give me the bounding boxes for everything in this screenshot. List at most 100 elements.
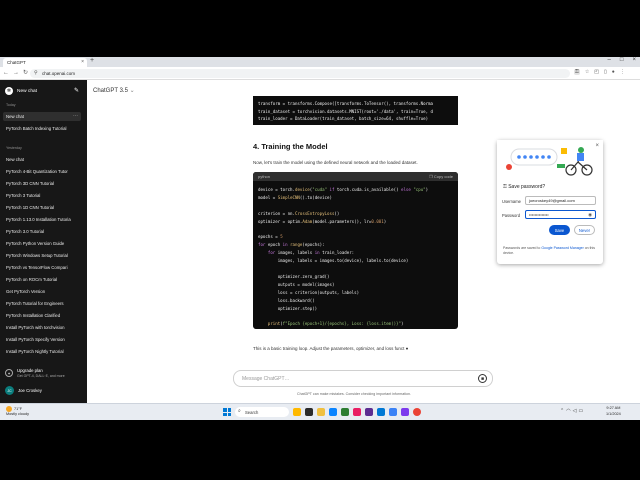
app-icon[interactable] bbox=[305, 408, 313, 416]
clock-date: 1/1/2024 bbox=[606, 411, 621, 416]
eye-icon[interactable]: ◉ bbox=[588, 212, 592, 218]
chat-item[interactable]: PyTorch on ROCm Tutorial bbox=[3, 275, 81, 284]
sidepanel-icon[interactable]: ▯ bbox=[604, 69, 607, 75]
menu-icon[interactable]: ⋮ bbox=[620, 69, 625, 75]
search-icon: ⌕ bbox=[238, 408, 241, 414]
copy-code-button[interactable]: ❐ Copy code bbox=[429, 174, 453, 179]
chat-item[interactable]: New chat ⋯ bbox=[3, 112, 81, 121]
section-today: Today bbox=[6, 103, 16, 107]
taskbar-search[interactable]: ⌕ Search bbox=[235, 407, 289, 417]
chat-item-label: Install PyTorch with torchvision bbox=[6, 325, 65, 330]
close-icon[interactable]: × bbox=[595, 143, 599, 149]
chat-item[interactable]: PyTorch Tutorial for Engineers bbox=[3, 299, 81, 308]
app-icon[interactable] bbox=[341, 408, 349, 416]
back-icon[interactable]: ← bbox=[3, 70, 13, 76]
sparkle-icon: ✦ bbox=[5, 369, 13, 377]
chat-item-label: Install PyTorch Specify Version bbox=[6, 337, 65, 342]
app-icon[interactable] bbox=[389, 408, 397, 416]
new-tab-button[interactable]: + bbox=[90, 57, 94, 64]
url-text: chat.openai.com bbox=[42, 71, 76, 76]
chrome-icon[interactable] bbox=[413, 408, 421, 416]
new-chat-label: New chat bbox=[17, 88, 37, 94]
address-input[interactable]: ⚲ chat.openai.com bbox=[30, 69, 570, 78]
chat-item[interactable]: PyTorch 3.0 Tutorial bbox=[3, 227, 81, 236]
password-field[interactable]: •••••••••••••• ◉ bbox=[525, 210, 596, 219]
upgrade-title: Upgrade plan bbox=[17, 368, 43, 373]
chat-item[interactable]: Install PyTorch Nightly Tutorial bbox=[3, 347, 81, 356]
save-button[interactable]: Save bbox=[549, 225, 570, 235]
weather-temp: 71°F bbox=[14, 407, 23, 411]
close-tab-icon[interactable]: × bbox=[81, 59, 84, 65]
code-language: python bbox=[258, 174, 271, 179]
battery-icon[interactable]: ▭ bbox=[578, 408, 585, 414]
chat-item[interactable]: PyTorch 1.13.0 Installation Tutoria bbox=[3, 215, 81, 224]
chat-item[interactable]: PyTorch Batch Indexing Tutorial bbox=[3, 124, 81, 133]
paragraph-text: This is a basic training loop. Adjust th… bbox=[253, 346, 405, 351]
key-icon[interactable]: ⚿ bbox=[574, 69, 580, 75]
minimize-button[interactable]: – bbox=[608, 57, 611, 63]
chat-item-label: PyTorch vs TensorFlow Compari bbox=[6, 265, 68, 270]
forward-icon[interactable]: → bbox=[13, 70, 23, 76]
chat-item[interactable]: PyTorch vs TensorFlow Compari bbox=[3, 263, 81, 272]
app-icon[interactable] bbox=[377, 408, 385, 416]
disclaimer: ChatGPT can make mistakes. Consider chec… bbox=[297, 392, 411, 396]
chat-item[interactable]: New chat bbox=[3, 155, 81, 164]
weather-desc: Mostly cloudy bbox=[6, 412, 30, 416]
password-manager-link[interactable]: Google Password Manager bbox=[541, 246, 583, 250]
model-selector[interactable]: ChatGPT 3.5 ⌄ bbox=[93, 87, 135, 94]
chat-item[interactable]: PyTorch Installation Clarified bbox=[3, 311, 81, 320]
chat-item[interactable]: Get PyTorch Version bbox=[3, 287, 81, 296]
dialog-title: ⚿ Save password? bbox=[503, 184, 545, 190]
user-name: Joe Croskey bbox=[18, 388, 42, 393]
chat-item[interactable]: PyTorch Windows Setup Tutorial bbox=[3, 251, 81, 260]
chat-item[interactable]: Install PyTorch Specify Version bbox=[3, 335, 81, 344]
stop-generating-icon[interactable]: ■ bbox=[478, 374, 487, 383]
message-input[interactable]: Message ChatGPT… ■ bbox=[233, 370, 493, 387]
extensions-icon[interactable]: ◰ bbox=[594, 69, 599, 75]
new-chat-button[interactable]: ✲ New chat ✎ bbox=[5, 86, 81, 96]
message-placeholder: Message ChatGPT… bbox=[242, 375, 290, 382]
chat-item[interactable]: PyTorch 1D CNN Tutorial bbox=[3, 203, 81, 212]
chat-item[interactable]: Install PyTorch with torchvision bbox=[3, 323, 81, 332]
clock[interactable]: 9:27 AM 1/1/2024 bbox=[606, 406, 621, 417]
save-password-dialog: × ⚿ Save password? Username joecroskey49… bbox=[497, 140, 603, 264]
username-field[interactable]: joecroskey49@gmail.com bbox=[525, 196, 596, 205]
app-icon[interactable] bbox=[401, 408, 409, 416]
username-value: joecroskey49@gmail.com bbox=[529, 198, 575, 203]
app-icon[interactable] bbox=[365, 408, 373, 416]
username-label: Username bbox=[502, 199, 521, 204]
chat-item-label: New chat bbox=[6, 114, 24, 119]
app-icon[interactable] bbox=[353, 408, 361, 416]
code-line: train_dataset = torchvision.datasets.MNI… bbox=[258, 108, 433, 114]
system-tray: ⌃◠◁▭ bbox=[560, 408, 585, 414]
browser-tab-bar: ChatGPT × + – □ × bbox=[0, 57, 640, 67]
chat-item-label: PyTorch Windows Setup Tutorial bbox=[6, 253, 68, 258]
site-info-icon[interactable]: ⚲ bbox=[34, 70, 38, 76]
weather-widget[interactable]: 71°F Mostly cloudy bbox=[6, 406, 29, 417]
window-controls: – □ × bbox=[608, 57, 636, 63]
edge-icon[interactable] bbox=[329, 408, 337, 416]
search-label: Search bbox=[245, 409, 259, 415]
bookmark-star-icon[interactable]: ☆ bbox=[585, 69, 589, 75]
model-name: ChatGPT 3.5 bbox=[93, 88, 128, 94]
code-line: train_loader = DataLoader(train_dataset,… bbox=[258, 116, 429, 121]
taskbar: 71°F Mostly cloudy ⌕ Search ⌃◠◁▭ 9:27 AM 1… bbox=[0, 403, 640, 420]
compose-icon[interactable]: ✎ bbox=[74, 87, 79, 94]
close-window-button[interactable]: × bbox=[632, 57, 636, 63]
profile-icon[interactable]: ● bbox=[612, 69, 615, 75]
password-label: Password bbox=[502, 213, 520, 218]
start-button[interactable] bbox=[223, 408, 231, 416]
never-button[interactable]: Never bbox=[574, 225, 595, 235]
maximize-button[interactable]: □ bbox=[620, 57, 624, 63]
chat-item[interactable]: PyTorch 3 Tutorial bbox=[3, 191, 81, 200]
chat-item[interactable]: PyTorch Python Version Guide bbox=[3, 239, 81, 248]
browser-tab[interactable]: ChatGPT × bbox=[3, 58, 87, 67]
app-icon[interactable] bbox=[293, 408, 301, 416]
more-icon[interactable]: ⋯ bbox=[73, 113, 78, 119]
file-explorer-icon[interactable] bbox=[317, 408, 325, 416]
chat-item[interactable]: PyTorch 3D CNN Tutorial bbox=[3, 179, 81, 188]
chat-item-label: PyTorch 1D CNN Tutorial bbox=[6, 205, 54, 210]
section-yesterday: Yesterday bbox=[6, 146, 22, 150]
user-menu[interactable]: JC Joe Croskey bbox=[0, 384, 87, 398]
chat-item[interactable]: PyTorch 4-Bit Quantization Tutor bbox=[3, 167, 81, 176]
